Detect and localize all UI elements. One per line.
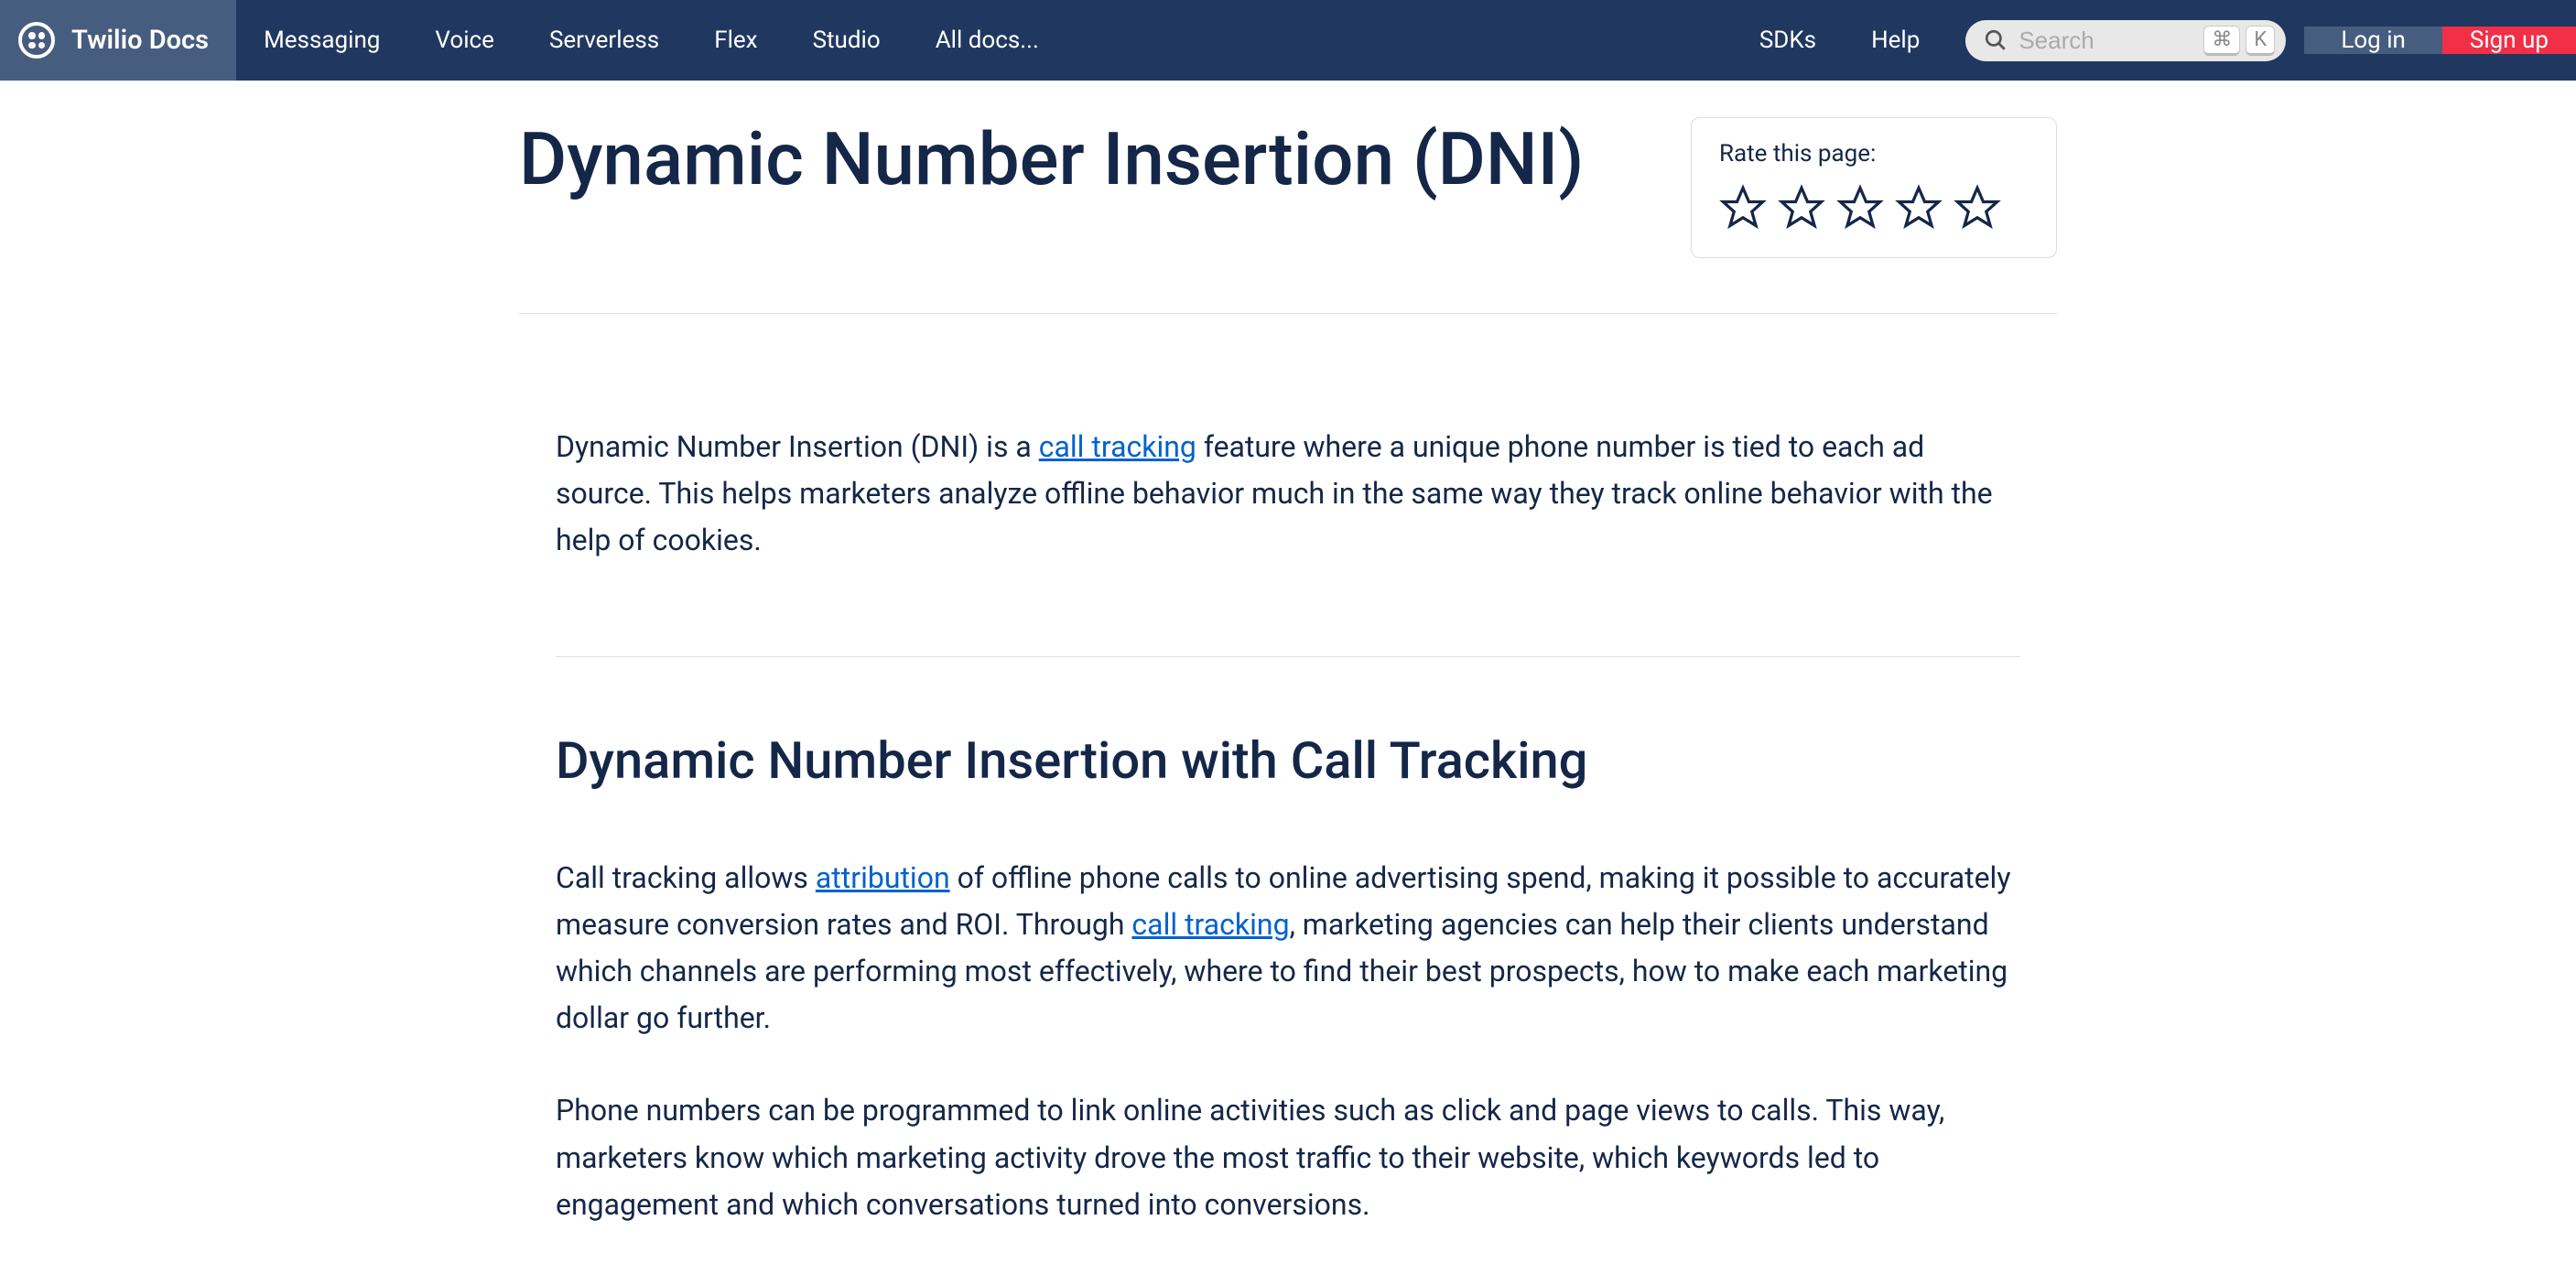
main-content: Dynamic Number Insertion (DNI) Rate this… xyxy=(519,81,2057,1228)
nav-flex[interactable]: Flex xyxy=(687,27,785,54)
twilio-logo-icon xyxy=(18,22,55,59)
nav-help[interactable]: Help xyxy=(1844,27,1947,54)
nav-all-docs[interactable]: All docs... xyxy=(908,27,1066,54)
nav-studio[interactable]: Studio xyxy=(785,27,908,54)
search-icon xyxy=(1984,28,2008,52)
star-icon[interactable] xyxy=(1719,184,1767,232)
nav-messaging[interactable]: Messaging xyxy=(236,27,407,54)
signup-button[interactable]: Sign up xyxy=(2442,27,2576,54)
top-navigation: Twilio Docs Messaging Voice Serverless F… xyxy=(0,0,2576,81)
page-title: Dynamic Number Insertion (DNI) xyxy=(519,117,1654,201)
star-icon[interactable] xyxy=(1836,184,1884,232)
link-call-tracking[interactable]: call tracking xyxy=(1039,429,1196,464)
section-divider xyxy=(556,656,2020,657)
section-heading: Dynamic Number Insertion with Call Track… xyxy=(556,730,2020,791)
primary-nav-items: Messaging Voice Serverless Flex Studio A… xyxy=(236,0,1066,81)
search-container[interactable]: ⌘ K xyxy=(1965,20,2286,61)
brand-name: Twilio Docs xyxy=(71,25,209,56)
star-icon[interactable] xyxy=(1895,184,1943,232)
link-attribution[interactable]: attribution xyxy=(816,860,950,895)
nav-serverless[interactable]: Serverless xyxy=(522,27,687,54)
nav-voice[interactable]: Voice xyxy=(407,27,522,54)
star-icon[interactable] xyxy=(1954,184,2001,232)
star-icon[interactable] xyxy=(1778,184,1825,232)
brand-home[interactable]: Twilio Docs xyxy=(0,0,236,81)
search-shortcut: ⌘ K xyxy=(2203,26,2275,56)
article-body: Dynamic Number Insertion (DNI) is a call… xyxy=(519,314,2057,1228)
rating-stars xyxy=(1719,184,2029,232)
rating-widget: Rate this page: xyxy=(1691,117,2057,258)
rating-label: Rate this page: xyxy=(1719,140,2029,167)
secondary-nav-items: SDKs Help ⌘ K Log in Sign up xyxy=(1732,0,2576,81)
keycap-k: K xyxy=(2246,26,2275,56)
body-paragraph: Call tracking allows attribution of offl… xyxy=(556,855,2020,1042)
intro-paragraph: Dynamic Number Insertion (DNI) is a call… xyxy=(556,424,2020,565)
body-paragraph: Phone numbers can be programmed to link … xyxy=(556,1087,2020,1228)
page-header: Dynamic Number Insertion (DNI) Rate this… xyxy=(519,117,2057,314)
login-button[interactable]: Log in xyxy=(2304,27,2442,54)
search-input[interactable] xyxy=(2019,27,2192,55)
link-call-tracking-2[interactable]: call tracking xyxy=(1131,907,1289,942)
keycap-cmd: ⌘ xyxy=(2203,26,2240,56)
nav-sdks[interactable]: SDKs xyxy=(1732,27,1844,54)
